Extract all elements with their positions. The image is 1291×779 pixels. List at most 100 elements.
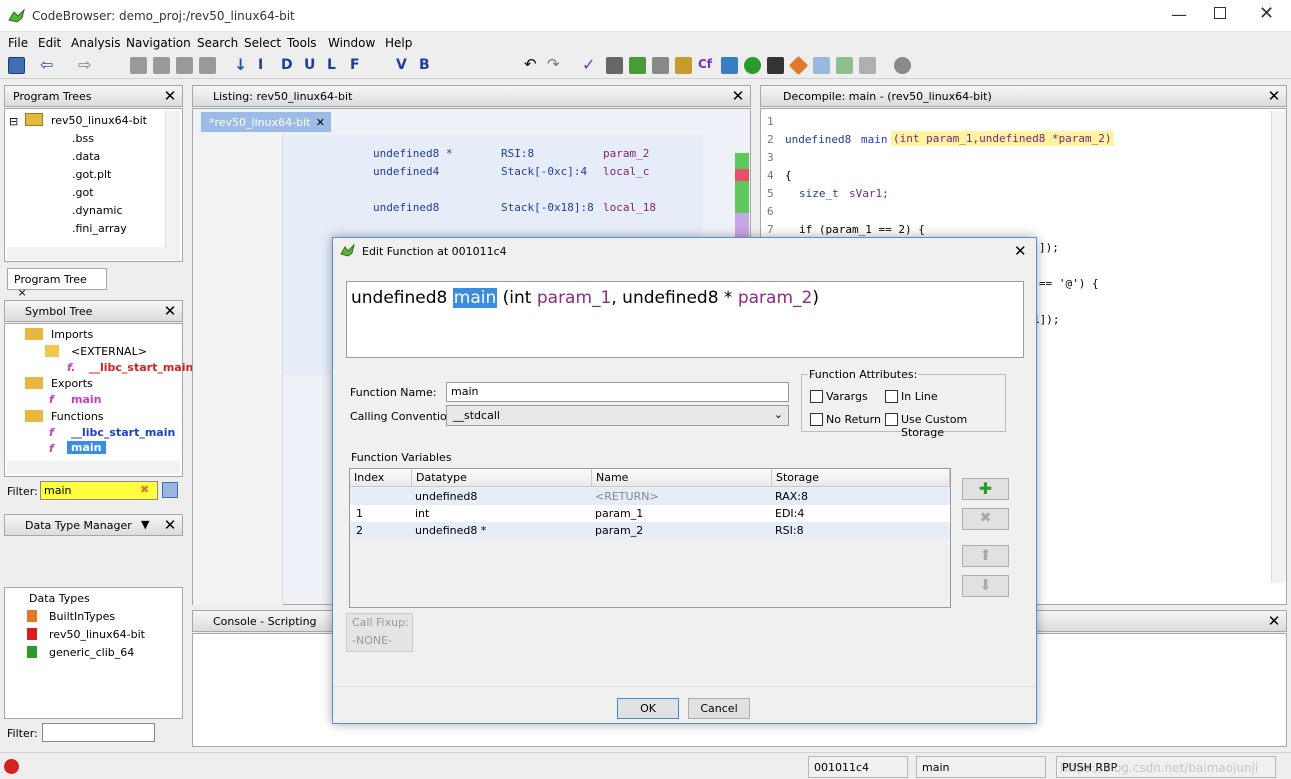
horizontal-scrollbar[interactable] <box>7 247 180 260</box>
tool-icon[interactable] <box>894 57 911 74</box>
move-down-button[interactable]: ⬇ <box>962 575 1009 597</box>
cf-icon[interactable]: Cf <box>698 57 715 74</box>
minimize-button[interactable]: — <box>1171 5 1187 24</box>
undefined-nav-button[interactable]: U <box>304 57 321 74</box>
column-header[interactable]: Datatype <box>412 469 592 487</box>
chevron-down-icon[interactable]: ▼ <box>141 518 149 531</box>
data-nav-button[interactable]: D <box>281 57 298 74</box>
varargs-checkbox[interactable] <box>810 390 823 403</box>
menu-window[interactable]: Window <box>328 36 375 50</box>
close-icon[interactable]: ✕ <box>1266 613 1282 629</box>
dt-program[interactable]: rev50_linux64-bit <box>49 628 145 641</box>
listing-tab[interactable]: *rev50_linux64-bit ✕ <box>201 112 331 132</box>
ext-libc-start-main[interactable]: __libc_start_main <box>89 361 193 374</box>
menu-select[interactable]: Select <box>244 36 281 50</box>
column-header[interactable]: Index <box>350 469 412 487</box>
tool-icon[interactable] <box>675 57 692 74</box>
tool-icon[interactable] <box>836 57 853 74</box>
dt-generic-clib[interactable]: generic_clib_64 <box>49 646 134 659</box>
close-icon[interactable]: ✕ <box>1266 88 1282 104</box>
down-arrow-icon[interactable]: ↓ <box>234 57 251 74</box>
run-icon[interactable] <box>744 57 761 74</box>
tool-icon[interactable] <box>813 57 830 74</box>
calling-convention-select[interactable]: __stdcall ⌄ <box>446 405 789 426</box>
menu-file[interactable]: File <box>8 36 28 50</box>
dt-builtin[interactable]: BuiltInTypes <box>49 610 115 623</box>
remove-variable-button[interactable]: ✖ <box>962 508 1009 530</box>
tool-icon[interactable] <box>767 57 784 74</box>
call-fixup-select[interactable]: -NONE- <box>352 634 392 647</box>
value-nav-button[interactable]: V <box>396 57 413 74</box>
nav-page-icon[interactable] <box>199 57 216 74</box>
no-return-checkbox[interactable] <box>810 413 823 426</box>
menu-edit[interactable]: Edit <box>38 36 61 50</box>
close-icon[interactable]: ✕ <box>162 88 178 104</box>
inline-checkbox[interactable] <box>885 390 898 403</box>
ok-button[interactable]: OK <box>617 698 679 719</box>
maximize-button[interactable] <box>1214 7 1226 19</box>
close-icon[interactable]: ✕ <box>162 303 178 319</box>
back-arrow-icon[interactable]: ⇦ <box>40 57 57 74</box>
tree-item-got-plt[interactable]: .got.plt <box>72 168 111 181</box>
menu-navigation[interactable]: Navigation <box>126 36 191 50</box>
exports-node[interactable]: Exports <box>51 377 93 390</box>
menu-search[interactable]: Search <box>197 36 238 50</box>
tree-item-got[interactable]: .got <box>72 186 94 199</box>
nav-page-icon[interactable] <box>130 57 147 74</box>
bookmark-nav-button[interactable]: B <box>419 57 436 74</box>
function-name-input[interactable]: main <box>446 382 789 402</box>
instruction-nav-button[interactable]: I <box>258 57 275 74</box>
tool-icon[interactable] <box>629 57 646 74</box>
tool-icon[interactable] <box>652 57 669 74</box>
dt-filter-input[interactable] <box>42 723 155 742</box>
tree-expander-icon[interactable]: ⊟ <box>9 115 18 128</box>
checkmark-icon[interactable]: ✓ <box>582 57 599 74</box>
nav-page-icon[interactable] <box>153 57 170 74</box>
signature-editor[interactable]: undefined8 main (int param_1, undefined8… <box>346 281 1024 358</box>
menu-tools[interactable]: Tools <box>287 36 317 50</box>
filter-options-icon[interactable] <box>162 482 178 498</box>
horizontal-scrollbar[interactable] <box>7 461 180 474</box>
close-icon[interactable]: ✕ <box>730 88 746 104</box>
vertical-scrollbar[interactable] <box>165 111 180 247</box>
graph-icon[interactable] <box>721 57 738 74</box>
table-row[interactable] <box>350 505 950 522</box>
tree-item-data[interactable]: .data <box>72 150 100 163</box>
cancel-button[interactable]: Cancel <box>688 698 750 719</box>
functions-node[interactable]: Functions <box>51 410 104 423</box>
dialog-close-button[interactable]: ✕ <box>1014 242 1027 260</box>
program-tree-tab[interactable]: Program Tree × <box>7 268 107 299</box>
tree-item-fini-array[interactable]: .fini_array <box>72 222 127 235</box>
external-node[interactable]: <EXTERNAL> <box>71 345 147 358</box>
tool-icon[interactable] <box>606 57 623 74</box>
tree-item-bss[interactable]: .bss <box>72 132 94 145</box>
close-icon[interactable]: ✕ <box>162 517 178 533</box>
export-main[interactable]: main <box>71 393 102 406</box>
close-window-button[interactable]: ✕ <box>1259 3 1274 24</box>
menu-help[interactable]: Help <box>385 36 412 50</box>
program-root[interactable]: rev50_linux64-bit <box>51 114 147 127</box>
tool-icon[interactable] <box>859 57 876 74</box>
save-icon[interactable] <box>8 57 25 74</box>
undo-icon[interactable]: ↶ <box>524 57 541 74</box>
nav-page-icon[interactable] <box>176 57 193 74</box>
function-nav-button[interactable]: F <box>350 57 367 74</box>
label-nav-button[interactable]: L <box>327 57 344 74</box>
vertical-scrollbar[interactable] <box>1271 111 1286 583</box>
add-variable-button[interactable]: ✚ <box>962 478 1009 500</box>
sig-function-name[interactable]: main <box>861 133 888 146</box>
menu-analysis[interactable]: Analysis <box>71 36 120 50</box>
function-main-selected[interactable]: main <box>67 441 106 454</box>
tree-item-dynamic[interactable]: .dynamic <box>72 204 123 217</box>
move-up-button[interactable]: ⬆ <box>962 545 1009 567</box>
clear-filter-icon[interactable]: ✖ <box>140 483 149 496</box>
data-types-root[interactable]: Data Types <box>29 592 90 605</box>
tool-icon[interactable] <box>788 55 809 76</box>
custom-storage-checkbox[interactable] <box>885 413 898 426</box>
function-libc-start-main[interactable]: __libc_start_main <box>71 426 175 439</box>
forward-arrow-icon[interactable]: ⇨ <box>78 57 95 74</box>
imports-node[interactable]: Imports <box>51 328 93 341</box>
column-header[interactable]: Storage <box>772 469 950 487</box>
column-header[interactable]: Name <box>592 469 772 487</box>
redo-icon[interactable]: ↷ <box>547 57 564 74</box>
